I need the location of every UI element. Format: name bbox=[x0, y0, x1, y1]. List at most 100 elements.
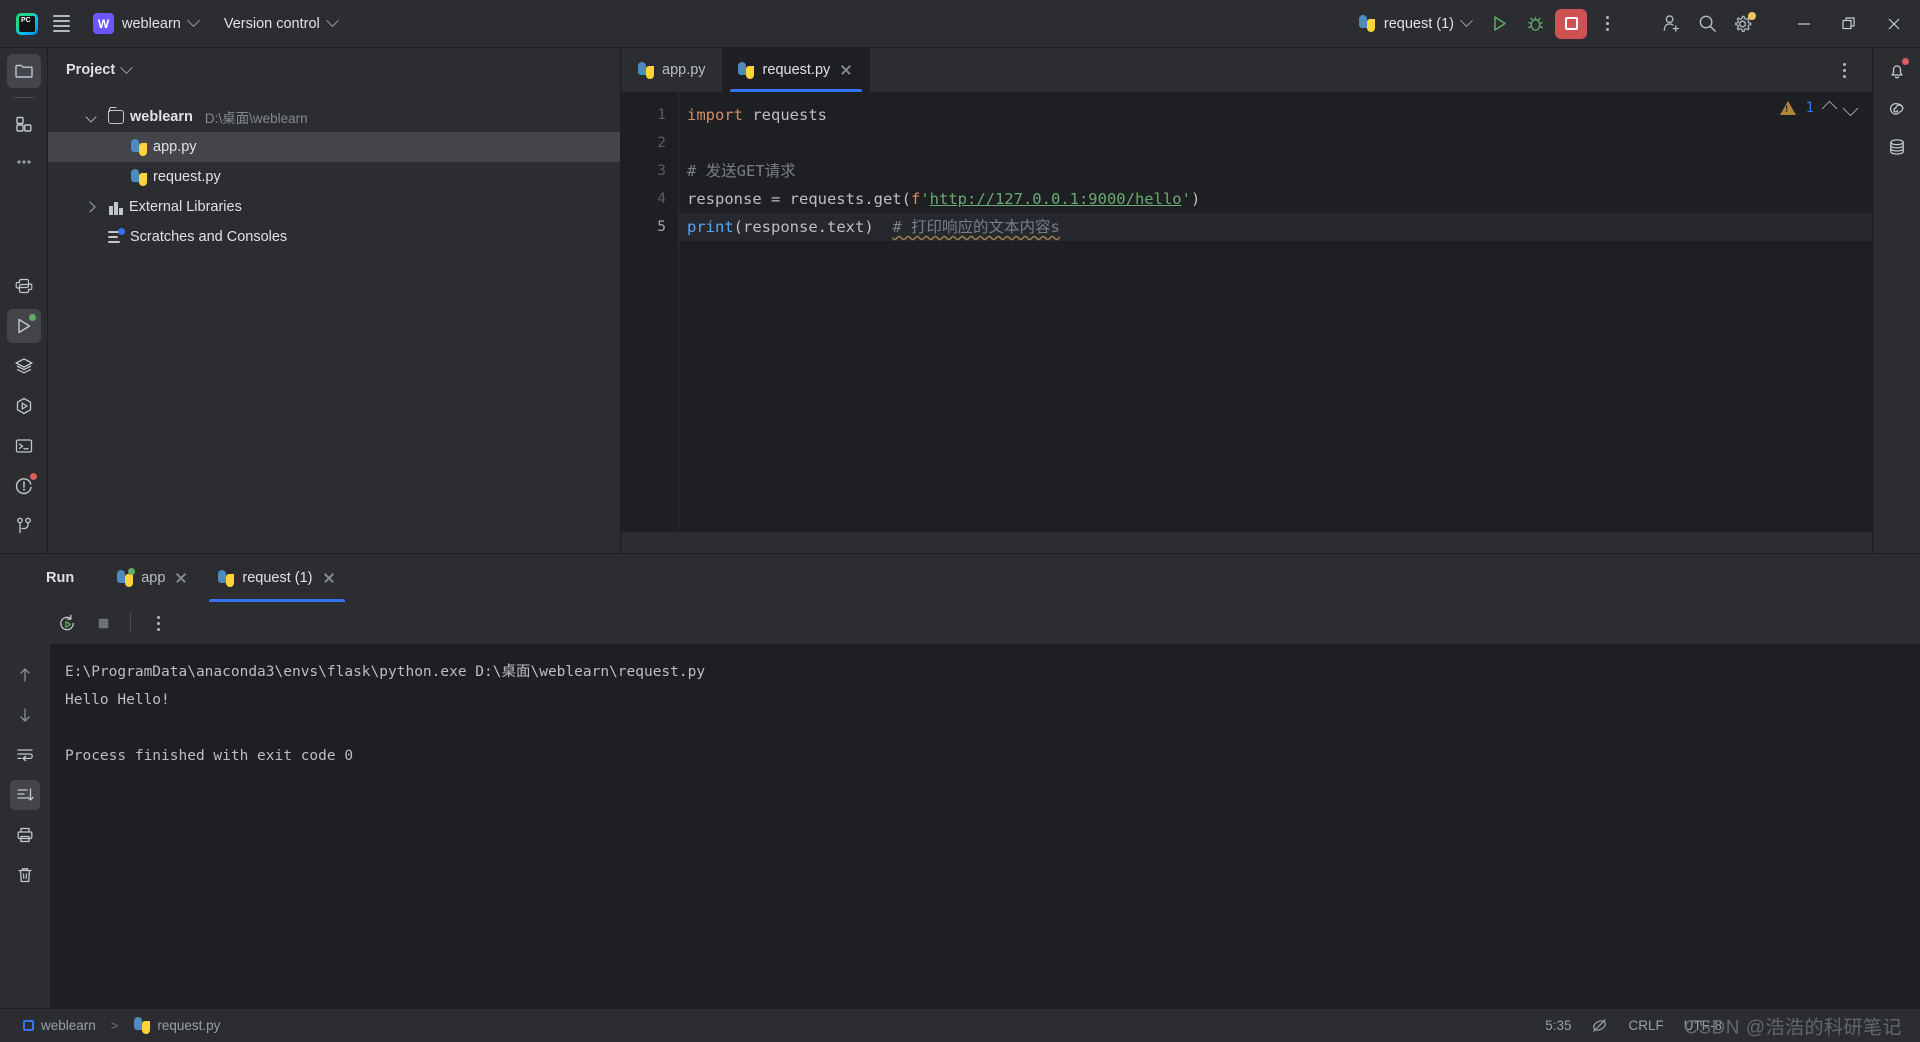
chevron-up-icon[interactable] bbox=[1821, 100, 1838, 116]
version-control-label: Version control bbox=[223, 15, 320, 32]
rerun-icon bbox=[59, 614, 74, 630]
minimize-button[interactable] bbox=[1781, 0, 1826, 48]
console-up-button[interactable] bbox=[10, 660, 40, 690]
line-separator-label: CRLF bbox=[1628, 1018, 1664, 1033]
version-control-widget[interactable]: Version control bbox=[215, 11, 346, 37]
editor-gutter[interactable]: 1 2 3 4 5 bbox=[621, 92, 679, 531]
close-icon[interactable] bbox=[838, 62, 854, 78]
close-icon[interactable] bbox=[321, 570, 337, 586]
chevron-down-icon[interactable] bbox=[120, 60, 134, 74]
code-line-4: response = requests.get(f'http://127.0.0… bbox=[679, 185, 1872, 213]
run-configuration-selector[interactable]: request (1) bbox=[1349, 10, 1481, 37]
sidebar-item-database[interactable] bbox=[1880, 130, 1914, 164]
module-icon bbox=[23, 1020, 34, 1031]
tree-node-external-libraries[interactable]: External Libraries bbox=[48, 192, 620, 222]
close-window-button[interactable] bbox=[1871, 0, 1916, 48]
library-icon bbox=[108, 200, 123, 215]
main-menu-button[interactable] bbox=[44, 7, 78, 41]
sidebar-item-commit[interactable] bbox=[7, 107, 41, 141]
chevron-down-icon[interactable] bbox=[86, 111, 98, 123]
sidebar-item-more[interactable] bbox=[7, 145, 41, 179]
tree-node-weblearn[interactable]: weblearn D:\桌面\weblearn bbox=[48, 102, 620, 132]
encoding-widget[interactable]: UTF-8 bbox=[1677, 1015, 1729, 1036]
left-stripe-bottom bbox=[6, 269, 41, 553]
sidebar-item-python-console[interactable] bbox=[7, 389, 41, 423]
run-tab-label: request (1) bbox=[242, 570, 313, 586]
run-tab-bar: Run app request (1) bbox=[0, 554, 1920, 602]
project-widget[interactable]: W weblearn bbox=[84, 8, 207, 39]
code-token: ' bbox=[1181, 190, 1191, 208]
debug-icon bbox=[1527, 16, 1543, 31]
stop-button-inner[interactable] bbox=[1555, 8, 1587, 39]
breadcrumb[interactable]: weblearn bbox=[16, 1015, 103, 1036]
caret-position-widget[interactable]: 5:35 bbox=[1538, 1015, 1578, 1036]
sidebar-item-run[interactable] bbox=[6, 309, 41, 343]
run-button[interactable] bbox=[1481, 7, 1517, 41]
sidebar-item-ai-assistant[interactable] bbox=[1880, 92, 1914, 126]
chevron-right-icon[interactable] bbox=[86, 201, 98, 213]
warning-triangle-icon bbox=[1779, 101, 1796, 115]
run-more-options-button[interactable] bbox=[143, 608, 173, 638]
code-editor[interactable]: 1 2 3 4 5 import requests # 发送GET请求 resp… bbox=[621, 92, 1872, 531]
chevron-down-icon[interactable] bbox=[1842, 100, 1859, 116]
layers-icon bbox=[14, 358, 33, 374]
rerun-button[interactable] bbox=[52, 608, 82, 638]
sidebar-item-terminal[interactable] bbox=[7, 429, 41, 463]
tree-node-request-py[interactable]: request.py bbox=[48, 162, 620, 192]
maximize-button[interactable] bbox=[1826, 0, 1871, 48]
more-actions-button[interactable] bbox=[1589, 7, 1625, 41]
pycharm-logo-icon: PC bbox=[16, 12, 38, 35]
clear-all-button[interactable] bbox=[10, 860, 40, 890]
run-panel-main: E:\ProgramData\anaconda3\envs\flask\pyth… bbox=[0, 644, 1920, 1008]
commit-grid-icon bbox=[15, 116, 32, 132]
tree-node-label: app.py bbox=[153, 139, 197, 155]
editor-tab-request-py[interactable]: request.py bbox=[721, 48, 871, 92]
console-output[interactable]: E:\ProgramData\anaconda3\envs\flask\pyth… bbox=[50, 644, 1920, 1008]
inspection-count: 1 bbox=[1805, 100, 1814, 116]
sidebar-item-version-control[interactable] bbox=[7, 509, 41, 543]
sidebar-item-project[interactable] bbox=[6, 54, 41, 88]
arrow-down-icon bbox=[20, 708, 30, 722]
run-tab-request-1[interactable]: request (1) bbox=[203, 554, 350, 602]
pycharm-logo[interactable]: PC bbox=[10, 7, 44, 41]
line-separator-widget[interactable]: CRLF bbox=[1621, 1015, 1670, 1036]
code-text-area[interactable]: import requests # 发送GET请求 response = req… bbox=[679, 92, 1872, 531]
close-icon[interactable] bbox=[173, 570, 189, 586]
hexagon-play-icon bbox=[16, 397, 31, 415]
project-avatar: W bbox=[93, 13, 114, 34]
encoding-label: UTF-8 bbox=[1683, 1018, 1722, 1033]
search-everywhere-button[interactable] bbox=[1689, 7, 1725, 41]
tree-node-app-py[interactable]: app.py bbox=[48, 132, 620, 162]
left-tool-stripe bbox=[0, 48, 48, 553]
project-panel-header[interactable]: Project bbox=[48, 48, 620, 92]
debug-button[interactable] bbox=[1517, 7, 1553, 41]
restore-icon bbox=[1841, 16, 1855, 29]
inspection-widget-status[interactable] bbox=[1584, 1014, 1615, 1037]
stop-process-button[interactable] bbox=[88, 608, 118, 638]
editor-tab-label: app.py bbox=[662, 62, 706, 78]
inspection-widget[interactable]: 1 bbox=[1779, 100, 1859, 116]
sidebar-item-notifications[interactable] bbox=[1880, 54, 1914, 88]
console-line: Process finished with exit code 0 bbox=[65, 748, 354, 764]
tree-node-scratches-and-consoles[interactable]: Scratches and Consoles bbox=[48, 222, 620, 252]
scroll-to-end-button[interactable] bbox=[10, 780, 40, 810]
scratches-icon bbox=[108, 228, 125, 244]
settings-button[interactable] bbox=[1725, 7, 1761, 41]
editor-tab-app-py[interactable]: app.py bbox=[621, 48, 722, 92]
stop-button[interactable] bbox=[1553, 7, 1589, 41]
console-down-button[interactable] bbox=[10, 700, 40, 730]
run-tab-app[interactable]: app bbox=[102, 554, 203, 602]
soft-wrap-button[interactable] bbox=[10, 740, 40, 770]
account-button[interactable] bbox=[1653, 7, 1689, 41]
more-vertical-icon bbox=[156, 615, 160, 631]
breadcrumb-file[interactable]: request.py bbox=[126, 1014, 227, 1037]
sidebar-item-problems[interactable] bbox=[7, 469, 41, 503]
main-body: Project weblearn D:\桌面\weblearn app.py r… bbox=[0, 48, 1920, 553]
project-tool-window: Project weblearn D:\桌面\weblearn app.py r… bbox=[48, 48, 621, 553]
python-file-icon bbox=[130, 168, 147, 186]
sidebar-item-services[interactable] bbox=[7, 349, 41, 383]
sidebar-item-python-packages[interactable] bbox=[7, 269, 41, 303]
editor-options-button[interactable] bbox=[1826, 53, 1862, 87]
problems-badge bbox=[29, 473, 37, 480]
print-button[interactable] bbox=[10, 820, 40, 850]
